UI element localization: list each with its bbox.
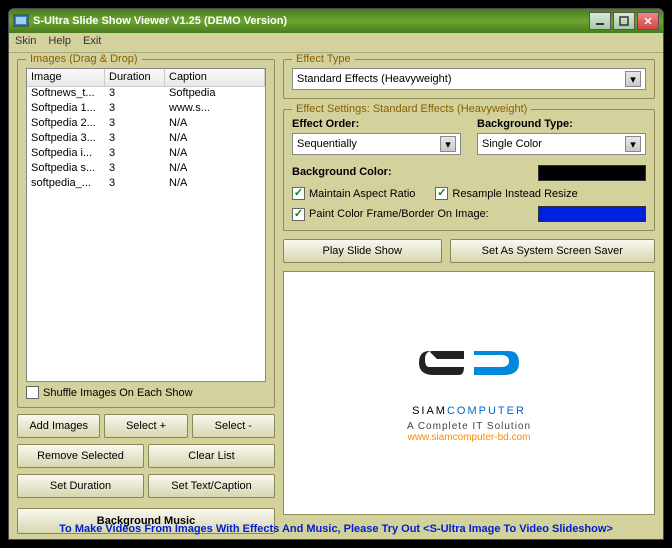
app-window: S-Ultra Slide Show Viewer V1.25 (DEMO Ve… [8,8,664,540]
cell-caption: N/A [165,177,265,192]
minimize-button[interactable] [589,12,611,30]
cell-duration: 3 [105,102,165,117]
col-image[interactable]: Image [27,69,105,86]
cell-caption: N/A [165,132,265,147]
cell-duration: 3 [105,177,165,192]
logo-icon [409,343,529,389]
maximize-button[interactable] [613,12,635,30]
cell-duration: 3 [105,147,165,162]
window-title: S-Ultra Slide Show Viewer V1.25 (DEMO Ve… [33,15,587,27]
table-row[interactable]: Softnews_t...3Softpedia [27,87,265,102]
cell-duration: 3 [105,162,165,177]
cell-duration: 3 [105,87,165,102]
logo-panel: SIAMCOMPUTER A Complete IT Solution www.… [283,271,655,515]
set-caption-button[interactable]: Set Text/Caption [148,474,275,498]
bg-type-value: Single Color [482,138,542,150]
cell-image: softpedia_... [27,177,105,192]
footer-link[interactable]: To Make Videos From Images With Effects … [9,523,663,535]
effect-type-group: Effect Type Standard Effects (Heavyweigh… [283,59,655,99]
resample-label: Resample Instead Resize [452,188,577,200]
close-icon [643,16,653,26]
set-screensaver-button[interactable]: Set As System Screen Saver [450,239,655,263]
remove-selected-button[interactable]: Remove Selected [17,444,144,468]
cell-caption: N/A [165,147,265,162]
logo-brand: SIAMCOMPUTER [412,393,526,421]
cell-image: Softpedia i... [27,147,105,162]
cell-duration: 3 [105,132,165,147]
logo-url[interactable]: www.siamcomputer-bd.com [408,432,531,443]
table-header: Image Duration Caption [27,69,265,87]
menu-skin[interactable]: Skin [15,35,36,50]
frame-color-swatch[interactable] [538,206,646,222]
menu-exit[interactable]: Exit [83,35,101,50]
paint-frame-checkbox[interactable] [292,208,305,221]
select-minus-button[interactable]: Select - [192,414,275,438]
effect-type-value: Standard Effects (Heavyweight) [297,73,451,85]
table-row[interactable]: Softpedia 3...3N/A [27,132,265,147]
cell-image: Softnews_t... [27,87,105,102]
chevron-down-icon: ▾ [625,136,641,152]
shuffle-label: Shuffle Images On Each Show [43,387,193,399]
images-legend: Images (Drag & Drop) [26,53,142,65]
select-plus-button[interactable]: Select + [104,414,187,438]
table-row[interactable]: softpedia_...3N/A [27,177,265,192]
table-row[interactable]: Softpedia s...3N/A [27,162,265,177]
cell-caption: www.s... [165,102,265,117]
chevron-down-icon: ▾ [440,136,456,152]
close-button[interactable] [637,12,659,30]
cell-caption: N/A [165,162,265,177]
table-row[interactable]: Softpedia 2...3N/A [27,117,265,132]
cell-caption: N/A [165,117,265,132]
cell-image: Softpedia 1... [27,102,105,117]
bg-color-swatch[interactable] [538,165,646,181]
effect-type-select[interactable]: Standard Effects (Heavyweight) ▾ [292,68,646,90]
cell-image: Softpedia 3... [27,132,105,147]
table-row[interactable]: Softpedia i...3N/A [27,147,265,162]
play-slideshow-button[interactable]: Play Slide Show [283,239,442,263]
menu-help[interactable]: Help [48,35,71,50]
shuffle-checkbox[interactable] [26,386,39,399]
images-group: Images (Drag & Drop) Image Duration Capt… [17,59,275,408]
add-images-button[interactable]: Add Images [17,414,100,438]
cell-image: Softpedia 2... [27,117,105,132]
col-duration[interactable]: Duration [105,69,165,86]
resample-checkbox[interactable] [435,187,448,200]
effect-order-value: Sequentially [297,138,357,150]
effect-type-legend: Effect Type [292,53,355,65]
maximize-icon [619,16,629,26]
minimize-icon [595,16,605,26]
logo-tagline: A Complete IT Solution [407,421,531,432]
table-row[interactable]: Softpedia 1...3www.s... [27,102,265,117]
clear-list-button[interactable]: Clear List [148,444,275,468]
bg-type-label: Background Type: [477,118,646,130]
paint-frame-label: Paint Color Frame/Border On Image: [309,208,489,220]
app-icon [13,13,29,29]
bg-color-label: Background Color: [292,166,392,178]
images-table[interactable]: Image Duration Caption Softnews_t...3Sof… [26,68,266,382]
col-caption[interactable]: Caption [165,69,265,86]
titlebar: S-Ultra Slide Show Viewer V1.25 (DEMO Ve… [9,9,663,33]
set-duration-button[interactable]: Set Duration [17,474,144,498]
effect-settings-group: Effect Settings: Standard Effects (Heavy… [283,109,655,231]
bg-type-select[interactable]: Single Color ▾ [477,133,646,155]
cell-caption: Softpedia [165,87,265,102]
effect-settings-legend: Effect Settings: Standard Effects (Heavy… [292,103,531,115]
maintain-aspect-label: Maintain Aspect Ratio [309,188,415,200]
effect-order-select[interactable]: Sequentially ▾ [292,133,461,155]
cell-duration: 3 [105,117,165,132]
maintain-aspect-checkbox[interactable] [292,187,305,200]
menubar: Skin Help Exit [9,33,663,53]
effect-order-label: Effect Order: [292,118,461,130]
chevron-down-icon: ▾ [625,71,641,87]
cell-image: Softpedia s... [27,162,105,177]
